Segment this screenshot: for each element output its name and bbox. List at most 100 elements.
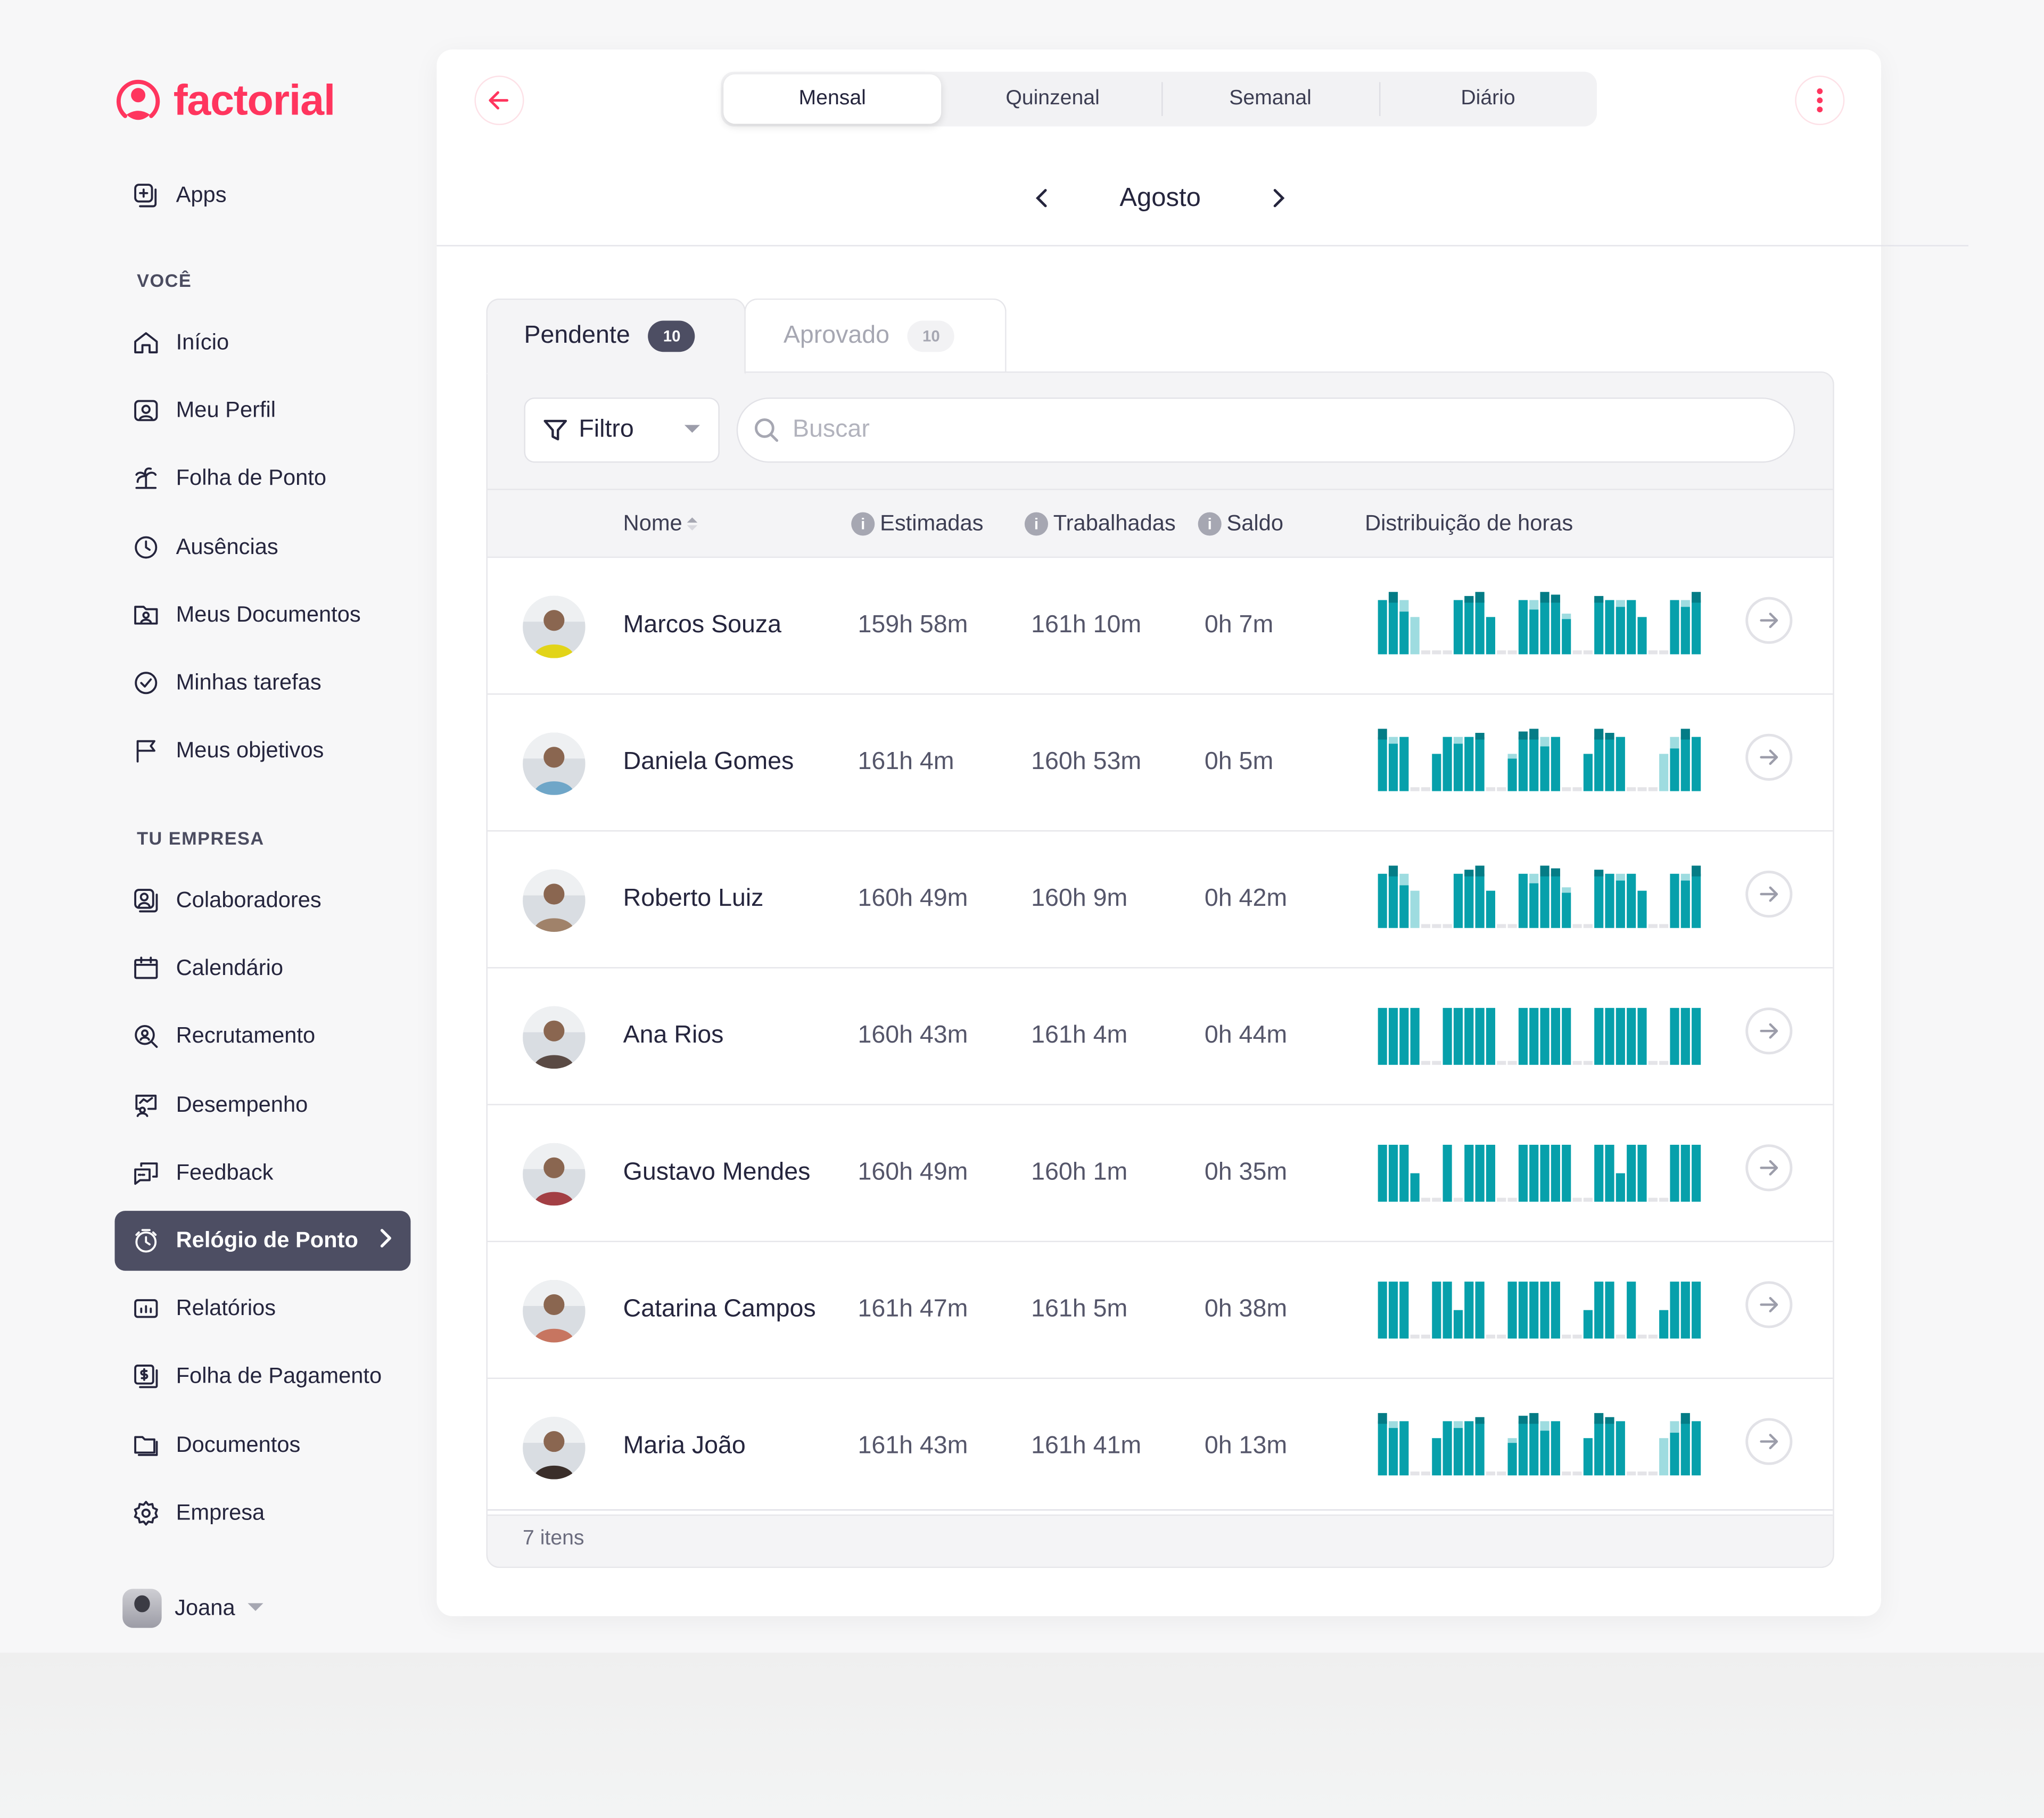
weekend-marker <box>1443 650 1452 655</box>
day-bar <box>1507 758 1517 791</box>
day-bar <box>1605 873 1614 928</box>
tab-aprovado[interactable]: Aprovado 10 <box>744 298 1007 373</box>
cell-balance: 0h 5m <box>1204 748 1274 776</box>
open-detail-button[interactable] <box>1745 597 1793 644</box>
weekend-marker <box>1421 1061 1431 1065</box>
day-bar-deficit <box>1670 1421 1679 1433</box>
info-icon[interactable]: i <box>1198 512 1222 536</box>
period-option-quinzenal[interactable]: Quinzenal <box>944 72 1161 127</box>
open-detail-button[interactable] <box>1745 870 1793 918</box>
sidebar-item-desempenho[interactable]: Desempenho <box>115 1075 411 1135</box>
table-row[interactable]: Catarina Campos 161h 47m 161h 5m 0h 38m <box>487 1242 1833 1379</box>
open-detail-button[interactable] <box>1745 1007 1793 1055</box>
open-detail-button[interactable] <box>1745 1144 1793 1192</box>
employee-name: Gustavo Mendes <box>623 1159 811 1186</box>
sidebar-item-documentos[interactable]: Documentos <box>115 1415 411 1475</box>
info-icon[interactable]: i <box>1024 512 1048 536</box>
day-bar <box>1692 1007 1701 1065</box>
day-bar <box>1507 1443 1517 1476</box>
user-menu[interactable]: Joana <box>122 1589 264 1628</box>
day-bar <box>1627 1145 1636 1202</box>
day-bar <box>1507 1282 1517 1339</box>
day-bar <box>1464 600 1474 655</box>
sidebar-item-colaboradores[interactable]: Colaboradores <box>115 871 411 931</box>
day-bar-deficit <box>1680 873 1690 881</box>
day-bar-overtime <box>1475 733 1485 740</box>
period-option-mensal[interactable]: Mensal <box>723 74 942 124</box>
sidebar-item-meu-perfil[interactable]: Meu Perfil <box>115 381 411 441</box>
table-row[interactable]: Maria João 161h 43m 161h 41m 0h 13m <box>487 1379 1833 1516</box>
app-root: factorial Apps VOCÊ Início Meu Perfil Folha … <box>0 0 2044 1818</box>
table-row[interactable]: Daniela Gomes 161h 4m 160h 53m 0h 5m <box>487 695 1833 832</box>
tab-pendente[interactable]: Pendente 10 <box>486 298 746 374</box>
sidebar-item-folha-de-ponto[interactable]: Folha de Ponto <box>115 449 411 509</box>
sidebar-item-minhas-tarefas[interactable]: Minhas tarefas <box>115 653 411 713</box>
day-bar <box>1399 1145 1409 1202</box>
period-option-semanal[interactable]: Semanal <box>1161 72 1379 127</box>
caret-down-icon <box>248 1603 264 1611</box>
day-bar-overtime <box>1551 868 1560 877</box>
more-options-button[interactable] <box>1795 76 1845 126</box>
weekend-marker <box>1572 1334 1582 1339</box>
day-bar <box>1378 600 1387 655</box>
day-bar <box>1518 1007 1528 1065</box>
table-row[interactable]: Marcos Souza 159h 58m 161h 10m 0h 7m <box>487 558 1833 695</box>
weekend-marker <box>1497 787 1506 791</box>
month-navigator: Agosto <box>1030 177 1291 219</box>
sidebar-item-apps[interactable]: Apps <box>115 166 411 226</box>
day-bar-overtime <box>1475 1417 1485 1424</box>
filter-dropdown[interactable]: Filtro <box>524 397 720 463</box>
day-bar-overtime <box>1388 592 1398 603</box>
search-input[interactable] <box>790 414 1708 446</box>
weekend-marker <box>1432 1061 1441 1065</box>
open-detail-button[interactable] <box>1745 1418 1793 1465</box>
day-bar <box>1594 737 1604 791</box>
day-bar <box>1378 873 1387 928</box>
table-body: Marcos Souza 159h 58m 161h 10m 0h 7m Daniela… <box>487 556 1833 1516</box>
day-bar <box>1627 1282 1636 1339</box>
period-option-diario[interactable]: Diário <box>1379 72 1597 127</box>
day-bar <box>1616 1007 1625 1065</box>
sidebar-item-feedback[interactable]: Feedback <box>115 1143 411 1203</box>
next-month-button[interactable] <box>1267 188 1290 209</box>
sidebar-item-ausencias[interactable]: Ausências <box>115 517 411 577</box>
table-row[interactable]: Ana Rios 160h 43m 161h 4m 0h 44m <box>487 969 1833 1105</box>
column-name[interactable]: Nome <box>623 511 698 537</box>
hours-distribution-chart <box>1378 1007 1701 1065</box>
sidebar-item-meus-objetivos[interactable]: Meus objetivos <box>115 721 411 781</box>
hours-distribution-chart <box>1378 865 1701 928</box>
sidebar-item-relogio-de-ponto[interactable]: Relógio de Ponto <box>114 1211 411 1271</box>
day-bar <box>1443 1421 1452 1476</box>
sidebar-item-meus-documentos[interactable]: Meus Documentos <box>115 585 411 645</box>
prev-month-button[interactable] <box>1030 188 1053 209</box>
sidebar-item-recrutamento[interactable]: Recrutamento <box>115 1007 411 1067</box>
sidebar-item-inicio[interactable]: Início <box>115 313 411 373</box>
day-bar <box>1529 1007 1539 1065</box>
table-row[interactable]: Roberto Luiz 160h 49m 160h 9m 0h 42m <box>487 831 1833 969</box>
open-detail-button[interactable] <box>1745 733 1793 781</box>
sidebar-item-calendario[interactable]: Calendário <box>115 939 411 999</box>
table-row[interactable]: Gustavo Mendes 160h 49m 160h 1m 0h 35m <box>487 1105 1833 1242</box>
sidebar-item-folha-de-pagamento[interactable]: Folha de Pagamento <box>115 1347 411 1407</box>
weekend-marker <box>1627 1471 1636 1476</box>
count-badge: 10 <box>648 320 696 352</box>
info-icon[interactable]: i <box>851 512 875 536</box>
arrow-right-icon <box>1760 886 1778 902</box>
day-bar <box>1659 1310 1669 1339</box>
sidebar-item-relatorios[interactable]: Relatórios <box>115 1279 411 1339</box>
day-bar-overtime <box>1551 594 1560 603</box>
open-detail-button[interactable] <box>1745 1281 1793 1328</box>
weekend-marker <box>1637 1334 1647 1339</box>
flag-icon <box>130 736 162 767</box>
sidebar-item-empresa[interactable]: Empresa <box>115 1483 411 1543</box>
day-bar <box>1453 1428 1463 1476</box>
weekend-marker <box>1572 1061 1582 1065</box>
day-bar-deficit <box>1507 1438 1517 1443</box>
weekend-marker <box>1421 787 1431 791</box>
factorial-logo[interactable]: factorial <box>113 76 335 125</box>
weekend-marker <box>1583 1197 1593 1202</box>
avatar <box>523 869 586 932</box>
back-button[interactable] <box>474 76 524 126</box>
weekend-marker <box>1432 1197 1441 1202</box>
home-icon <box>130 327 162 359</box>
